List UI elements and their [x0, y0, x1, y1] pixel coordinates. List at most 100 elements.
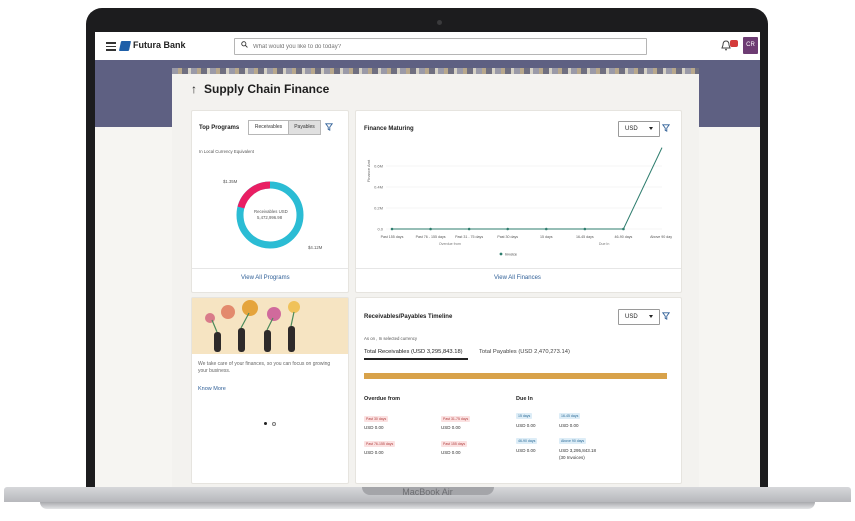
y-tick-label: 0.0 — [377, 227, 383, 232]
finance-maturing-card: Finance Maturing USD 0.0 0.2M 0.4M 0.6M Fina… — [355, 110, 682, 293]
duein-heading: Due In — [516, 396, 533, 402]
view-all-programs-link[interactable]: View All Programs — [241, 275, 290, 281]
duein-amount: USD 0.00 — [559, 423, 579, 428]
base-bottom — [40, 502, 815, 509]
promo-illustration — [192, 298, 348, 354]
duein-amount: USD 0.00 — [516, 423, 536, 428]
x-tick-label: 46-90 days — [615, 235, 633, 239]
donut-center-value: 5,472,996.98 — [257, 215, 283, 220]
notification-badge — [730, 40, 738, 47]
data-point — [467, 227, 471, 231]
duein-note: (30 Invoices) — [559, 455, 585, 460]
overdue-amount: USD 0.00 — [441, 450, 461, 455]
menu-icon[interactable] — [106, 42, 116, 51]
data-point — [390, 227, 394, 231]
x-tick-label: Past 31 - 75 days — [455, 235, 483, 239]
search-input[interactable] — [253, 39, 633, 54]
tab-receivables[interactable]: Receivables — [248, 120, 289, 135]
view-all-finances-link[interactable]: View All Finances — [494, 275, 541, 281]
search-icon — [241, 41, 248, 48]
content-panel: ↑ Supply Chain Finance Top Programs Rece… — [172, 68, 699, 490]
data-point — [544, 227, 548, 231]
tab-total-payables[interactable]: Total Payables (USD 2,470,273.14) — [479, 349, 570, 355]
avatar[interactable]: CR — [743, 37, 758, 54]
receivables-progress-bar — [364, 373, 667, 379]
currency-note: In Local Currency Equivalent — [199, 149, 254, 154]
duein-label: 46-90 days — [516, 438, 538, 444]
x-group-label: Due In — [599, 242, 610, 246]
promo-text: We take care of your finances, so you ca… — [198, 361, 331, 374]
promo-card: We take care of your finances, so you ca… — [191, 297, 349, 484]
filter-icon[interactable] — [662, 312, 670, 320]
overdue-heading: Overdue from — [364, 396, 401, 402]
tab-total-receivables[interactable]: Total Receivables (USD 3,295,843.18) — [364, 349, 463, 355]
legend-swatch — [499, 252, 503, 256]
timeline-card: Receivables/Payables Timeline USD As on … — [355, 297, 682, 484]
timeline-title: Receivables/Payables Timeline — [364, 314, 453, 320]
overdue-amount: USD 0.00 — [364, 425, 384, 430]
y-tick-label: 0.2M — [374, 206, 383, 211]
currency-value: USD — [625, 126, 638, 132]
carousel-dot[interactable] — [272, 422, 276, 426]
duein-label: 16-45 days — [559, 413, 581, 419]
carousel-dot-active[interactable] — [264, 422, 267, 425]
filter-icon[interactable] — [325, 123, 333, 131]
donut-slice-receivables — [237, 181, 271, 209]
overdue-amount: USD 0.00 — [364, 450, 384, 455]
currency-select[interactable]: USD — [618, 121, 660, 137]
tab-payables[interactable]: Payables — [288, 120, 321, 135]
filter-icon[interactable] — [662, 124, 670, 132]
duein-label: 15 days — [516, 413, 533, 419]
active-tab-underline — [364, 358, 468, 360]
brand-name: Futura Bank — [133, 40, 186, 50]
back-arrow-icon[interactable]: ↑ — [191, 82, 197, 96]
data-point — [583, 227, 587, 231]
overdue-label: Past 31-75 days — [441, 416, 471, 422]
bank-logo-icon — [118, 41, 132, 51]
donut-center-label: Receivables USD — [254, 209, 288, 214]
y-tick-label: 0.4M — [374, 185, 383, 190]
x-tick-label: 15 days — [540, 235, 553, 239]
y-tick-label: 0.6M — [374, 164, 383, 169]
x-tick-label: Above 90 days — [650, 235, 672, 239]
top-programs-card: Top Programs Receivables Payables In Loc… — [191, 110, 349, 293]
currency-select[interactable]: USD — [618, 309, 660, 325]
device-label: MacBook Air — [402, 487, 453, 497]
top-programs-title: Top Programs — [199, 125, 240, 131]
overdue-label: Past 30 days — [364, 416, 389, 422]
currency-value: USD — [625, 314, 638, 320]
overdue-label: Past 76-155 days — [364, 441, 396, 447]
data-point — [622, 227, 625, 231]
camera-dot — [437, 20, 442, 25]
overdue-amount: USD 0.00 — [441, 425, 461, 430]
duein-amount: USD 0.00 — [516, 448, 536, 453]
x-tick-label: 16-45 days — [576, 235, 594, 239]
duein-amount: USD 3,295,843.18 — [559, 448, 597, 453]
decorative-pattern — [172, 68, 699, 74]
y-axis-label: Finance Amt — [366, 159, 371, 182]
page-title: Supply Chain Finance — [204, 82, 330, 96]
top-bar: Futura Bank CR — [95, 32, 760, 61]
duein-label: Above 90 days — [559, 438, 587, 444]
data-point — [429, 227, 432, 231]
x-tick-label: Past 30 days — [497, 235, 518, 239]
x-tick-label: Past 76 - 155 days — [416, 235, 446, 239]
know-more-link[interactable]: Know More — [198, 386, 226, 392]
as-on-note: As on , In selected currency — [364, 336, 418, 341]
data-point — [506, 227, 510, 231]
divider — [356, 268, 681, 269]
legend-label: Invoice — [505, 253, 517, 257]
finance-maturing-title: Finance Maturing — [364, 126, 414, 132]
x-group-label: Overdue from — [439, 242, 461, 246]
finance-maturing-chart: 0.0 0.2M 0.4M 0.6MFinance Amt Past 155 days P… — [366, 147, 672, 257]
donut-label-receivables: $1.35M — [223, 179, 238, 184]
chevron-down-icon — [649, 127, 653, 130]
x-tick-label: Past 155 days — [381, 235, 404, 239]
app-screen: Futura Bank CR ↑ Supply Chain Finance To… — [95, 32, 760, 490]
search-box[interactable] — [234, 38, 647, 55]
divider — [192, 268, 348, 269]
chevron-down-icon — [649, 315, 653, 318]
series-line — [392, 147, 663, 230]
donut-label-payables: $4.12M — [308, 245, 323, 250]
overdue-label: Past 155 days — [441, 441, 468, 447]
